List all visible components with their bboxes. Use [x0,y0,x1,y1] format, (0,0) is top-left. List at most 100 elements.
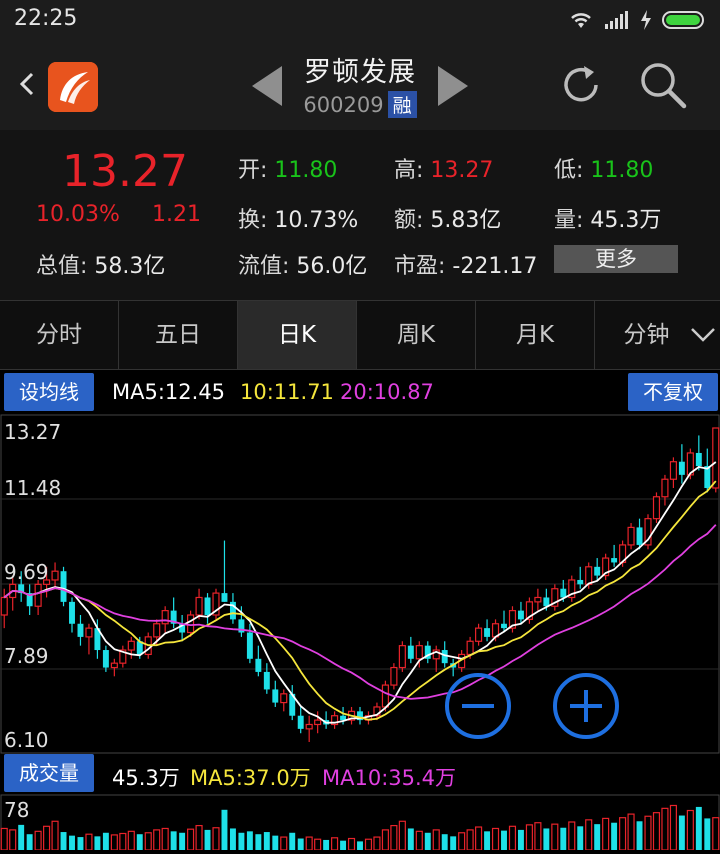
total-value-label: 总值: [36,254,88,279]
total-value-field: 总值: 58.3亿 [36,248,165,280]
zoom-in-button[interactable] [550,670,622,742]
stock-code: 600209 [303,93,384,117]
price-adjust-button[interactable]: 不复权 [628,373,718,411]
candle-body [534,596,542,603]
volume-bar [602,817,610,851]
volume-bar [195,824,203,851]
volume-bar [136,834,143,850]
tab-daily-k[interactable]: 日K [238,301,357,369]
volume-bar [441,834,448,850]
candle-body [195,596,203,616]
volume-bar [678,815,685,850]
volume-ma10: MA10:35.4万 [322,766,457,790]
candle-body [51,570,59,581]
volume-bar [238,832,245,850]
high-field: 高: 13.27 [394,152,493,184]
candle [661,474,669,506]
set-ma-button[interactable]: 设均线 [4,373,94,411]
tab-minute[interactable]: 分钟 [595,301,720,369]
volume-bar [568,821,576,851]
change-amount: 1.21 [152,202,201,227]
low-value: 11.80 [590,158,654,183]
volume-bar [60,832,67,850]
volume-chart[interactable]: 78 [0,794,720,854]
candle-body [204,597,211,615]
volume-bar [280,836,288,851]
next-stock-icon[interactable] [438,66,468,106]
candle [704,448,711,493]
candle [255,645,262,677]
app-logo [48,62,98,112]
volume-bar [373,836,381,851]
volume-bar [543,828,550,850]
more-button[interactable]: 更多 [554,245,678,273]
volume-bar [94,836,101,850]
candle-body [187,614,195,634]
float-value-label: 流值: [238,254,290,279]
volume-bar [0,827,8,851]
volume-bar [18,824,25,850]
candle-body [305,723,313,730]
volume-bar [9,829,17,851]
volume-bar [255,834,262,850]
volume-label: 量: [554,208,584,233]
tab-weekly-k[interactable]: 周K [357,301,476,369]
volume-bar [695,806,702,850]
volume-value: 45.3万 [112,766,180,790]
candle [34,579,42,615]
status-bar: 22:25 [0,0,720,40]
back-icon[interactable] [14,64,40,104]
battery-icon [662,11,704,29]
candle [534,588,542,611]
volume-bar [34,830,42,851]
candle-body [543,597,550,607]
candle [695,435,702,471]
y-tick-label: 11.48 [4,476,62,500]
volume-indicator-button[interactable]: 成交量 [4,754,94,792]
candle-body [280,693,288,704]
status-time: 22:25 [14,6,78,31]
volume-bar [534,822,542,851]
volume-bar [508,825,517,851]
candle-body [407,645,414,659]
stock-code-row: 600209 融 [260,91,460,118]
volume-bar [381,829,389,851]
volume-bar [144,832,152,851]
candle [77,614,84,646]
tab-intraday[interactable]: 分时 [0,301,119,369]
volume-bar [102,832,109,850]
volume-bar [85,833,93,851]
open-field: 开: 11.80 [238,152,337,184]
candle [212,588,220,620]
candle [161,606,169,633]
volume-bar [551,823,559,851]
candle-body [314,719,322,726]
candle [390,663,398,690]
tab-five-day[interactable]: 五日 [119,301,238,369]
zoom-out-button[interactable] [442,670,514,742]
candle-body [221,593,228,602]
candle-body [263,671,270,690]
search-icon[interactable] [636,58,690,112]
candle [314,711,322,734]
open-label: 开: [238,158,268,183]
last-price: 13.27 [62,146,188,197]
volume-bar [491,827,500,851]
stock-name: 罗顿发展 [304,57,416,88]
status-icons [568,8,708,32]
float-value-value: 56.0亿 [296,254,368,279]
candle [69,597,75,633]
volume-bar [398,820,406,851]
volume-bar [594,824,601,850]
tab-monthly-k[interactable]: 月K [476,301,595,369]
volume-bar [517,829,524,850]
volume-bar [272,835,279,850]
volume-bar [204,829,211,850]
volume-bar [229,828,236,850]
kline-chart[interactable]: 13.27 11.48 9.69 7.89 6.10 [0,414,720,754]
refresh-icon[interactable] [556,60,606,110]
candle-body [594,566,601,576]
volume-bar [501,830,507,850]
candle-body [466,640,474,656]
candle-body [484,628,491,637]
